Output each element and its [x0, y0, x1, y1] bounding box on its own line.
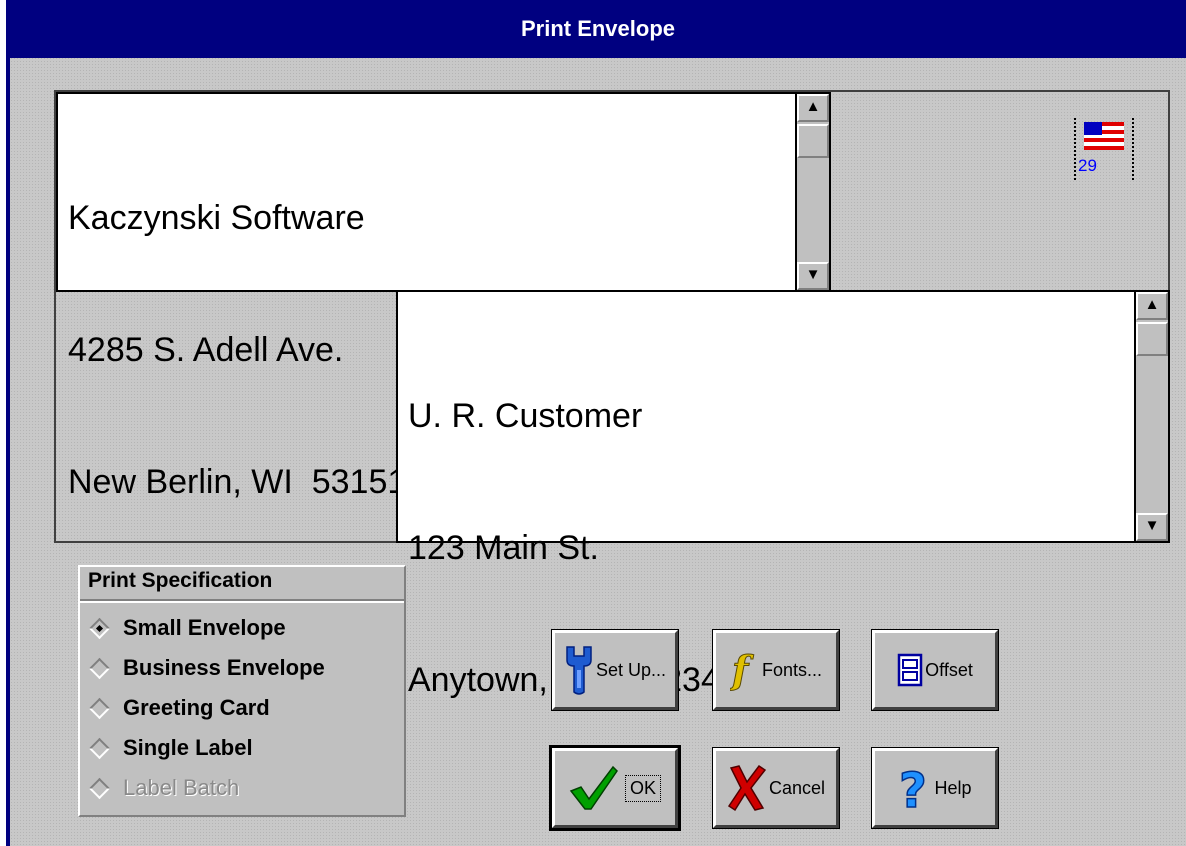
offset-button[interactable]: Offset	[871, 629, 999, 711]
radio-diamond-icon	[88, 737, 111, 759]
radio-label-batch: Label Batch	[88, 771, 398, 805]
return-address-scrollbar[interactable]: ▲ ▼	[795, 94, 829, 290]
radio-diamond-icon	[88, 697, 111, 719]
print-specification-title: Print Specification	[88, 569, 273, 592]
fonts-button-label: Fonts...	[761, 659, 823, 680]
svg-text:f: f	[730, 647, 754, 692]
scroll-thumb[interactable]	[1136, 322, 1168, 356]
envelope-preview: Kaczynski Software 4285 S. Adell Ave. Ne…	[54, 90, 1170, 699]
return-address-field[interactable]: Kaczynski Software 4285 S. Adell Ave. Ne…	[56, 92, 831, 501]
recipient-address-scrollbar[interactable]: ▲ ▼	[1134, 292, 1168, 541]
scroll-thumb[interactable]	[797, 124, 829, 158]
setup-button-label: Set Up...	[595, 659, 667, 680]
recipient-address-text: U. R. Customer 123 Main St. Anytown, USA…	[408, 306, 739, 790]
print-specification-group: Print Specification Small Envelope Busin…	[78, 565, 406, 817]
cancel-button-label: Cancel	[768, 777, 826, 798]
question-mark-icon: ?	[899, 763, 928, 813]
ok-button-label: OK	[624, 774, 661, 802]
offset-icon	[897, 653, 923, 687]
radio-label: Label Batch	[123, 775, 240, 800]
print-envelope-dialog: Print Envelope Kaczynski Software 4285 S…	[6, 0, 1186, 846]
radio-label: Greeting Card	[123, 695, 270, 720]
radio-single-label[interactable]: Single Label	[88, 731, 398, 765]
radio-label: Single Label	[123, 735, 253, 760]
group-divider	[80, 599, 404, 603]
return-address-line: New Berlin, WI 53151	[68, 463, 407, 501]
ok-button[interactable]: OK	[549, 745, 681, 831]
radio-greeting-card[interactable]: Greeting Card	[88, 691, 398, 725]
stamp-value: 29	[1078, 156, 1097, 175]
window-title: Print Envelope	[10, 0, 1186, 58]
scroll-down-arrow-icon[interactable]: ▼	[797, 262, 829, 290]
font-f-icon: f	[730, 647, 755, 693]
cancel-button[interactable]: Cancel	[712, 747, 840, 829]
offset-button-label: Offset	[925, 659, 973, 680]
recipient-address-field[interactable]: U. R. Customer 123 Main St. Anytown, USA…	[396, 290, 1170, 699]
radio-label: Business Envelope	[123, 655, 325, 680]
radio-label: Small Envelope	[123, 615, 286, 640]
recipient-address-line: 123 Main St.	[408, 529, 599, 567]
return-address-line: 4285 S. Adell Ave.	[68, 331, 344, 369]
help-button[interactable]: ? Help	[871, 747, 999, 829]
radio-diamond-selected-icon	[88, 617, 111, 639]
checkmark-icon	[569, 765, 618, 810]
return-address-line: Kaczynski Software	[68, 199, 365, 237]
setup-button[interactable]: Set Up...	[551, 629, 679, 711]
return-address-text: Kaczynski Software 4285 S. Adell Ave. Ne…	[68, 108, 406, 592]
radio-small-envelope[interactable]: Small Envelope	[88, 611, 398, 645]
help-button-label: Help	[934, 777, 972, 798]
svg-text:?: ?	[899, 763, 927, 813]
wrench-icon	[566, 646, 592, 695]
postage-stamp: 29	[1074, 118, 1134, 180]
recipient-address-line: U. R. Customer	[408, 397, 643, 435]
scroll-up-arrow-icon[interactable]: ▲	[1136, 292, 1168, 320]
radio-diamond-icon	[88, 657, 111, 679]
scroll-down-arrow-icon[interactable]: ▼	[1136, 513, 1168, 541]
fonts-button[interactable]: f Fonts...	[712, 629, 840, 711]
radio-business-envelope[interactable]: Business Envelope	[88, 651, 398, 685]
us-flag-icon	[1084, 122, 1124, 150]
cancel-x-icon	[727, 764, 767, 812]
radio-diamond-icon	[88, 777, 111, 799]
scroll-up-arrow-icon[interactable]: ▲	[797, 94, 829, 122]
